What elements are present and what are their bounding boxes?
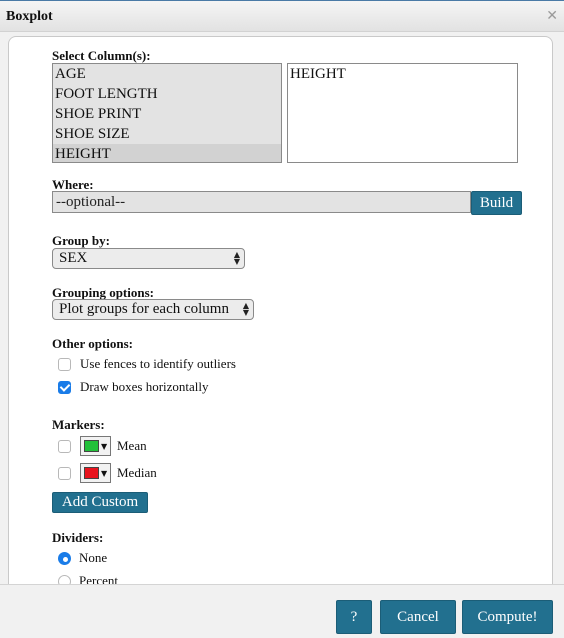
- selected-columns-list[interactable]: HEIGHT: [287, 63, 518, 163]
- divider-none-radio[interactable]: [58, 551, 71, 565]
- grouping-options-select[interactable]: Plot groups for each column ▲ ▼: [52, 299, 254, 320]
- horizontal-checkbox[interactable]: [58, 380, 71, 394]
- grouping-options-value: Plot groups for each column: [59, 301, 229, 317]
- median-color-swatch: [84, 467, 99, 479]
- divider-none-label: None: [79, 550, 108, 565]
- fences-option-label: Use fences to identify outliers: [80, 356, 236, 371]
- divider-percent-radio[interactable]: [58, 574, 71, 584]
- column-option-height[interactable]: HEIGHT: [53, 144, 281, 162]
- group-by-value: SEX: [59, 250, 88, 266]
- select-columns-label: Select Column(s):: [52, 48, 151, 63]
- dividers-label: Dividers:: [52, 530, 104, 545]
- marker-mean-row: ▼ Mean: [58, 436, 147, 456]
- cancel-button[interactable]: Cancel: [380, 600, 456, 634]
- divider-none-option[interactable]: None: [58, 550, 107, 566]
- mean-marker-label: Mean: [117, 438, 147, 453]
- footer-divider: [0, 584, 564, 585]
- select-arrows-icon: ▲ ▼: [242, 301, 249, 317]
- mean-marker-checkbox[interactable]: [58, 439, 71, 453]
- divider-percent-label: Percent: [79, 573, 118, 584]
- other-options-label: Other options:: [52, 336, 134, 351]
- median-marker-checkbox[interactable]: [58, 466, 71, 480]
- mean-color-swatch: [84, 440, 99, 452]
- fences-checkbox[interactable]: [58, 357, 71, 371]
- build-button[interactable]: Build: [471, 191, 522, 215]
- dialog-titlebar: Boxplot ✕: [0, 0, 564, 32]
- options-panel[interactable]: Select Column(s): AGE FOOT LENGTH SHOE P…: [8, 36, 553, 584]
- horizontal-option[interactable]: Draw boxes horizontally: [58, 379, 209, 395]
- group-by-label: Group by:: [52, 233, 110, 248]
- group-by-select[interactable]: SEX ▲ ▼: [52, 248, 245, 269]
- selected-column-height[interactable]: HEIGHT: [288, 64, 517, 84]
- column-option-shoe-size[interactable]: SHOE SIZE: [53, 124, 281, 144]
- markers-label: Markers:: [52, 417, 105, 432]
- median-marker-label: Median: [117, 465, 157, 480]
- help-button[interactable]: ?: [336, 600, 372, 634]
- marker-median-row: ▼ Median: [58, 463, 157, 483]
- dialog-title: Boxplot: [6, 9, 53, 24]
- median-color-picker[interactable]: ▼: [80, 463, 111, 483]
- column-option-foot-length[interactable]: FOOT LENGTH: [53, 84, 281, 104]
- divider-percent-option[interactable]: Percent: [58, 573, 118, 584]
- fences-option[interactable]: Use fences to identify outliers: [58, 356, 236, 372]
- compute-button[interactable]: Compute!: [462, 600, 553, 634]
- available-columns-list[interactable]: AGE FOOT LENGTH SHOE PRINT SHOE SIZE HEI…: [52, 63, 282, 163]
- dropdown-triangle-icon: ▼: [101, 441, 108, 451]
- where-input[interactable]: --optional--: [52, 191, 471, 213]
- column-option-age[interactable]: AGE: [53, 64, 281, 84]
- column-option-shoe-print[interactable]: SHOE PRINT: [53, 104, 281, 124]
- horizontal-option-label: Draw boxes horizontally: [80, 379, 209, 394]
- close-icon[interactable]: ✕: [546, 8, 558, 24]
- dropdown-triangle-icon: ▼: [101, 468, 108, 478]
- add-custom-button[interactable]: Add Custom: [52, 492, 148, 513]
- mean-color-picker[interactable]: ▼: [80, 436, 111, 456]
- select-arrows-icon: ▲ ▼: [233, 250, 240, 266]
